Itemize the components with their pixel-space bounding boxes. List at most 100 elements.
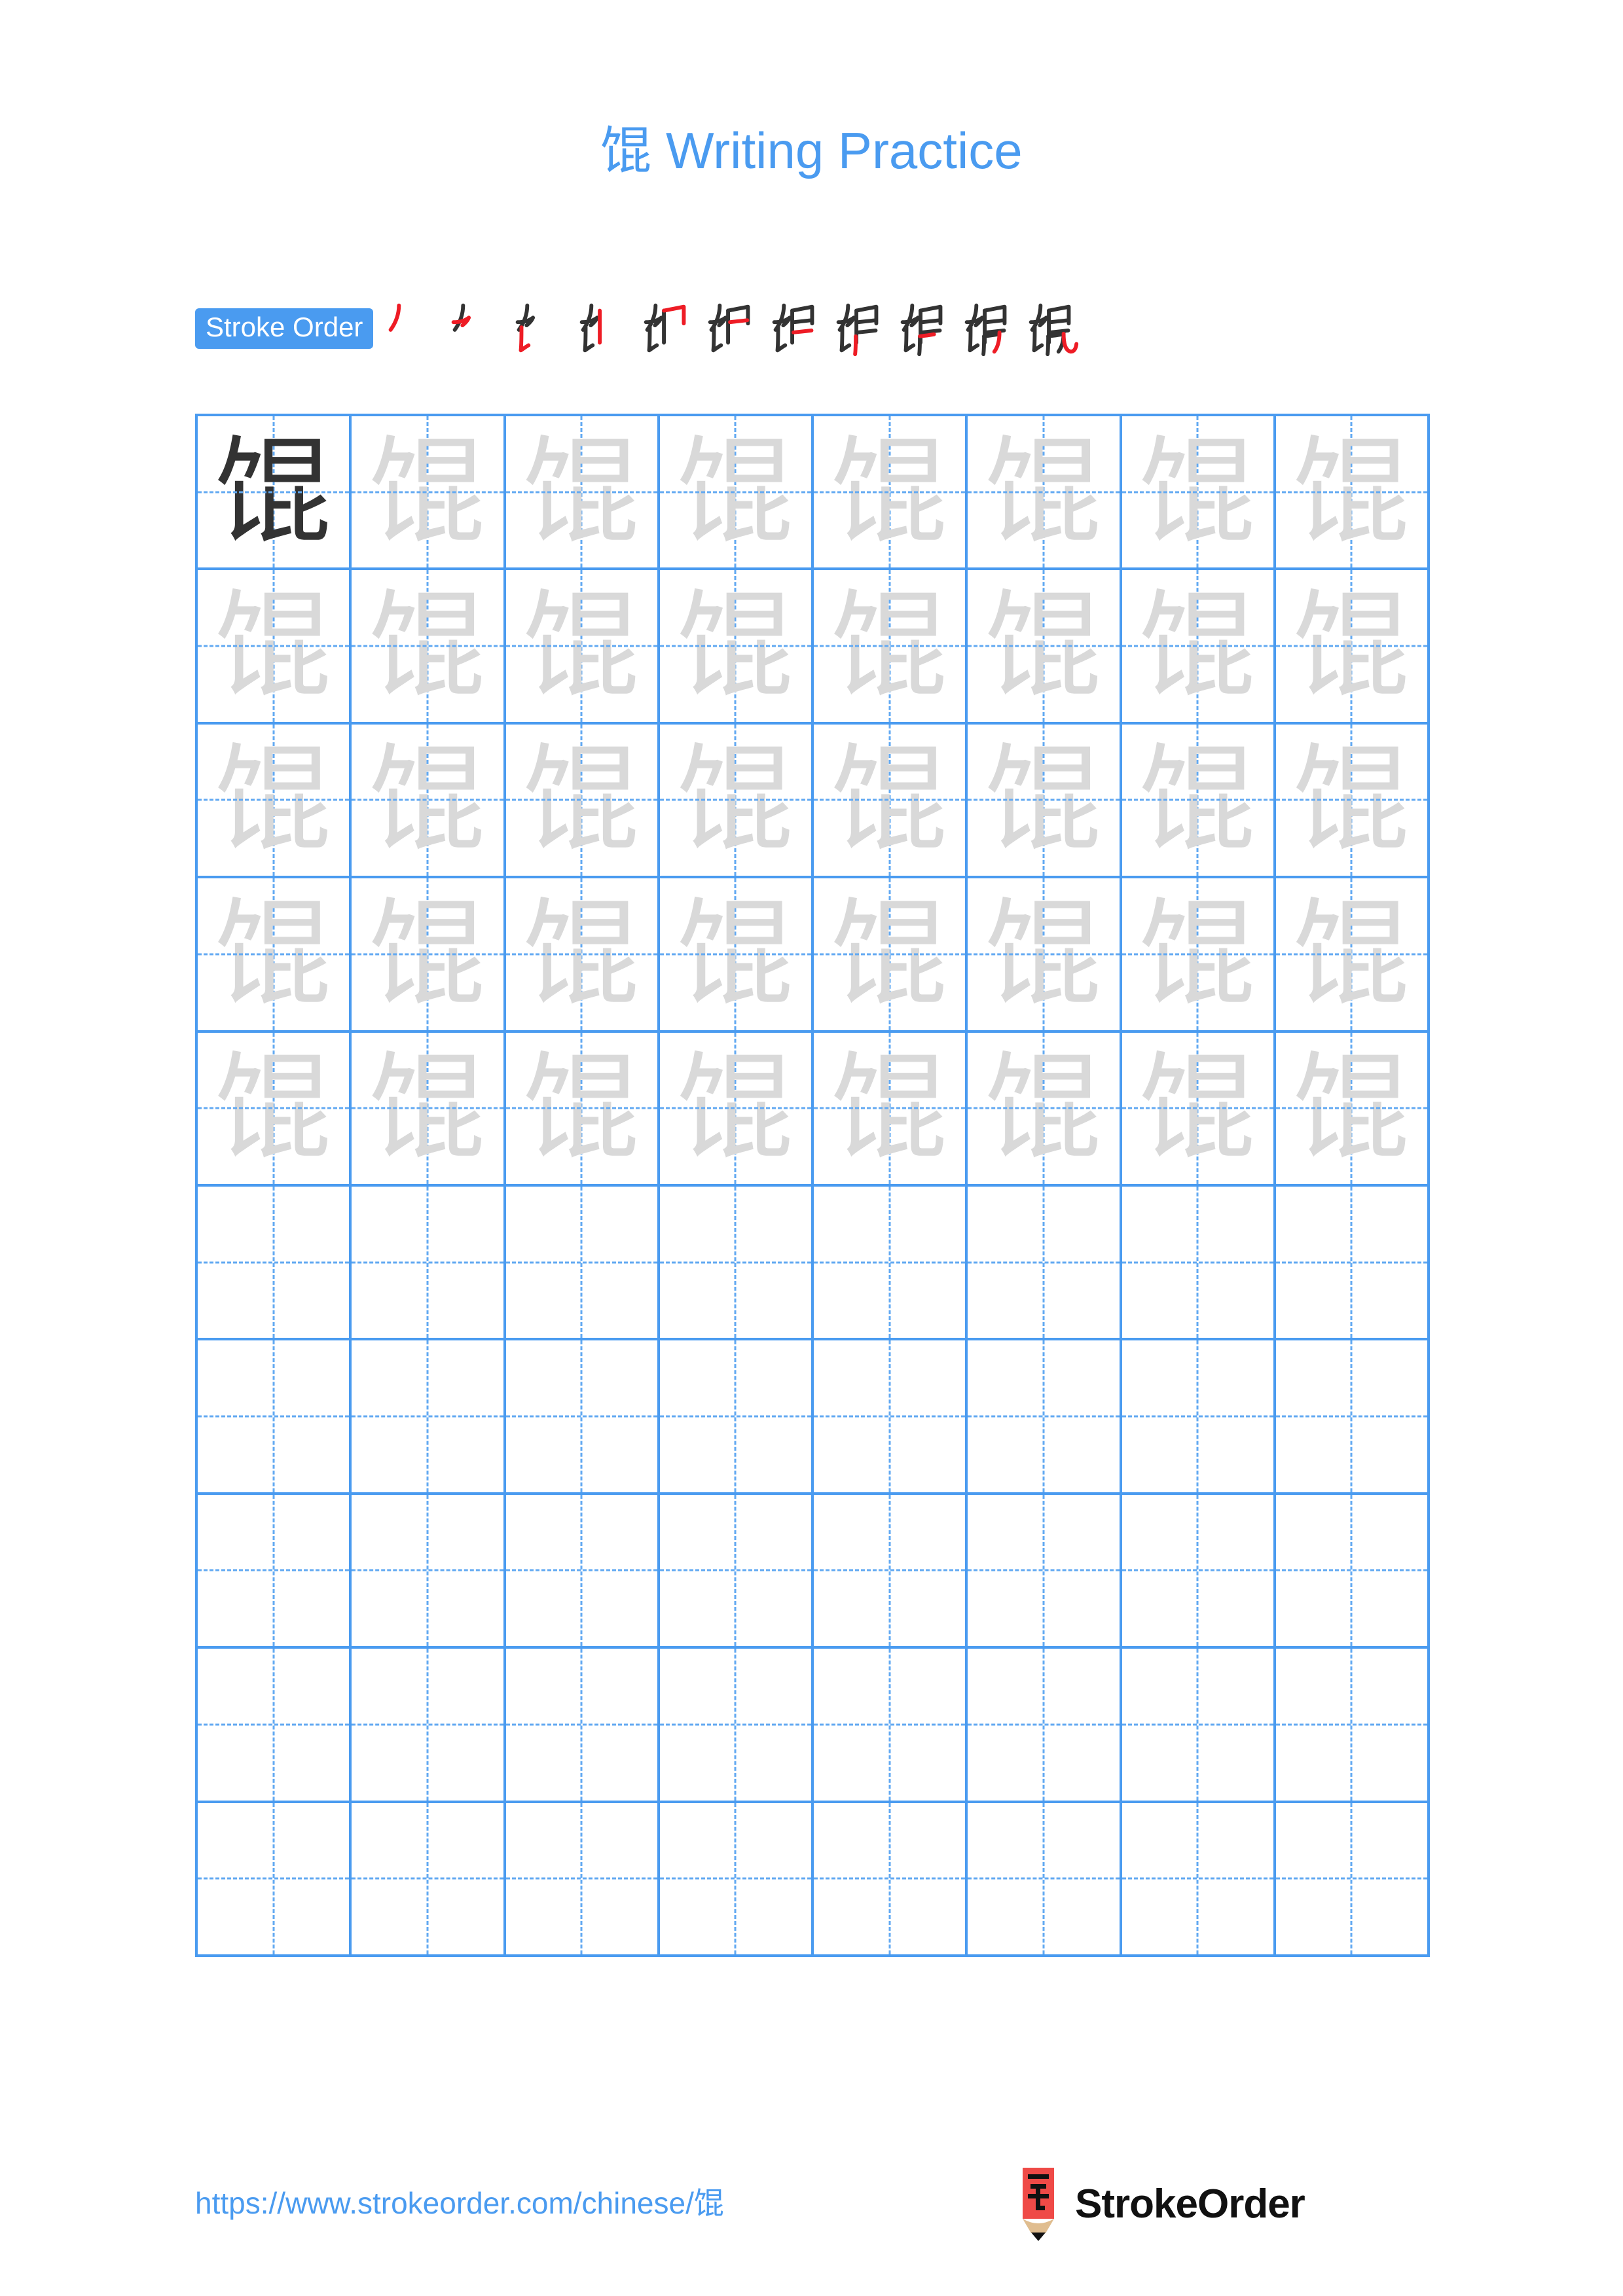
grid-cell[interactable]: 馄: [968, 724, 1122, 879]
grid-cell[interactable]: 馄: [814, 570, 968, 725]
grid-cell[interactable]: [814, 1649, 968, 1803]
grid-cell[interactable]: 馄: [198, 1032, 352, 1187]
grid-cell[interactable]: 馄: [814, 1032, 968, 1187]
grid-cell[interactable]: 馄: [1275, 724, 1430, 879]
grid-cell[interactable]: 馄: [505, 724, 660, 879]
grid-cell[interactable]: [968, 1803, 1122, 1957]
grid-cell[interactable]: [352, 1340, 506, 1495]
grid-cell[interactable]: [505, 1186, 660, 1341]
grid-cell[interactable]: 馄: [968, 570, 1122, 725]
grid-cell[interactable]: 馄: [198, 570, 352, 725]
trace-character: 馄: [1293, 578, 1410, 714]
trace-character: 馄: [523, 423, 640, 560]
stroke-step-11: [1019, 296, 1083, 361]
stroke-step-list: [377, 296, 1083, 361]
page-title: 馄 Writing Practice: [600, 122, 1023, 179]
grid-cell[interactable]: 馄: [659, 416, 814, 571]
grid-cell[interactable]: 馄: [1275, 416, 1430, 571]
grid-cell[interactable]: [505, 1494, 660, 1649]
grid-cell[interactable]: 馄: [505, 416, 660, 571]
grid-cell[interactable]: 馄: [505, 570, 660, 725]
grid-cell[interactable]: 馄: [659, 570, 814, 725]
grid-cell[interactable]: 馄: [352, 416, 506, 571]
stroke-step-10: [955, 296, 1019, 361]
grid-cell[interactable]: 馄: [814, 724, 968, 879]
trace-character: 馄: [1139, 732, 1256, 868]
grid-cell[interactable]: 馄: [659, 1032, 814, 1187]
grid-cell[interactable]: [1122, 1494, 1276, 1649]
grid-cell[interactable]: 馄: [1122, 724, 1276, 879]
grid-cell[interactable]: 馄: [814, 878, 968, 1033]
trace-character: 馄: [677, 423, 794, 560]
grid-cell[interactable]: 馄: [968, 416, 1122, 571]
trace-character: 馄: [1293, 1040, 1410, 1176]
grid-cell[interactable]: [968, 1494, 1122, 1649]
grid-cell[interactable]: 馄: [352, 570, 506, 725]
stroke-step-8: [826, 296, 890, 361]
grid-cell[interactable]: [505, 1649, 660, 1803]
grid-cell[interactable]: [505, 1803, 660, 1957]
grid-cell[interactable]: [198, 1649, 352, 1803]
grid-cell[interactable]: [198, 1340, 352, 1495]
grid-cell[interactable]: 馄: [968, 1032, 1122, 1187]
grid-cell[interactable]: [968, 1649, 1122, 1803]
grid-cell[interactable]: [659, 1340, 814, 1495]
grid-cell[interactable]: [814, 1186, 968, 1341]
grid-cell[interactable]: 馄: [198, 878, 352, 1033]
trace-character: 馄: [831, 578, 948, 714]
grid-cell[interactable]: 馄: [1122, 1032, 1276, 1187]
grid-cell[interactable]: 馄: [1275, 878, 1430, 1033]
grid-cell[interactable]: 馄: [1122, 416, 1276, 571]
grid-cell[interactable]: [1275, 1649, 1430, 1803]
grid-cell[interactable]: [198, 1186, 352, 1341]
grid-cell[interactable]: [352, 1649, 506, 1803]
grid-cell[interactable]: [1275, 1186, 1430, 1341]
grid-cell[interactable]: 馄: [198, 724, 352, 879]
grid-cell[interactable]: [1275, 1803, 1430, 1957]
grid-cell[interactable]: [968, 1340, 1122, 1495]
grid-cell[interactable]: [814, 1803, 968, 1957]
trace-character: 馄: [369, 732, 486, 868]
grid-cell[interactable]: 馄: [1122, 570, 1276, 725]
grid-cell[interactable]: [659, 1649, 814, 1803]
grid-cell[interactable]: [1275, 1494, 1430, 1649]
grid-cell[interactable]: [968, 1186, 1122, 1341]
grid-cell[interactable]: [814, 1494, 968, 1649]
grid-cell[interactable]: [659, 1803, 814, 1957]
grid-cell[interactable]: 馄: [968, 878, 1122, 1033]
grid-cell[interactable]: 馄: [505, 878, 660, 1033]
grid-cell[interactable]: [198, 1803, 352, 1957]
grid-cell[interactable]: 馄: [659, 724, 814, 879]
grid-cell[interactable]: [1122, 1186, 1276, 1341]
trace-character: 馄: [985, 423, 1102, 560]
grid-cell[interactable]: [198, 1494, 352, 1649]
trace-character: 馄: [215, 578, 332, 714]
grid-cell[interactable]: [659, 1186, 814, 1341]
grid-cell[interactable]: 馄: [1275, 1032, 1430, 1187]
grid-cell[interactable]: 馄: [352, 724, 506, 879]
trace-character: 馄: [369, 886, 486, 1022]
grid-cell[interactable]: [352, 1186, 506, 1341]
pencil-icon: [1013, 2168, 1063, 2241]
grid-cell[interactable]: 馄: [505, 1032, 660, 1187]
grid-cell[interactable]: 馄: [1122, 878, 1276, 1033]
grid-cell[interactable]: [505, 1340, 660, 1495]
grid-cell[interactable]: 馄: [352, 878, 506, 1033]
grid-cell[interactable]: [1122, 1803, 1276, 1957]
grid-cell[interactable]: [659, 1494, 814, 1649]
grid-cell[interactable]: [1122, 1340, 1276, 1495]
trace-character: 馄: [1139, 1040, 1256, 1176]
grid-cell[interactable]: 馄: [814, 416, 968, 571]
trace-character: 馄: [369, 423, 486, 560]
stroke-step-1: [377, 296, 441, 361]
grid-cell[interactable]: 馄: [1275, 570, 1430, 725]
grid-cell[interactable]: [814, 1340, 968, 1495]
grid-cell[interactable]: [352, 1803, 506, 1957]
grid-cell[interactable]: [1275, 1340, 1430, 1495]
grid-cell[interactable]: [352, 1494, 506, 1649]
site-url-link[interactable]: https://www.strokeorder.com/chinese/馄: [195, 2179, 724, 2223]
grid-cell[interactable]: 馄: [352, 1032, 506, 1187]
grid-cell[interactable]: 馄: [198, 416, 352, 571]
grid-cell[interactable]: 馄: [659, 878, 814, 1033]
grid-cell[interactable]: [1122, 1649, 1276, 1803]
